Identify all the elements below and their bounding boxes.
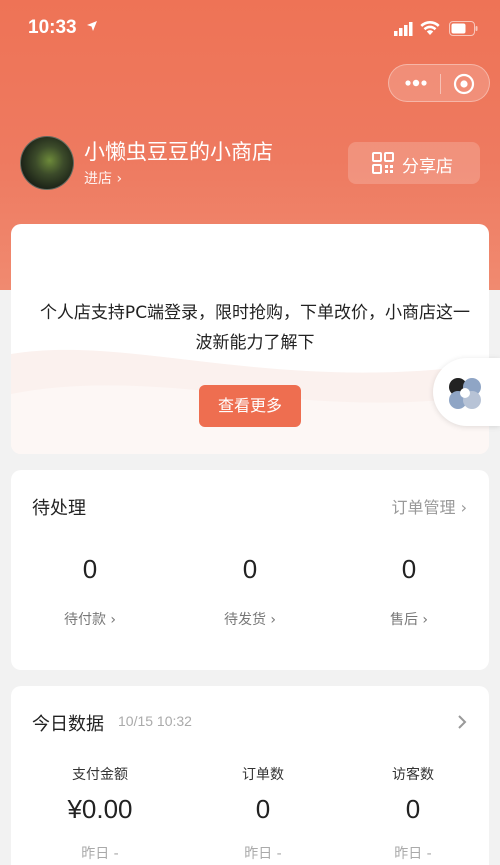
service-logo-icon bbox=[449, 378, 481, 409]
visitor-count-yesterday: 昨日 - bbox=[394, 846, 432, 862]
status-time: 10:33 bbox=[28, 17, 77, 38]
order-count-yesterday: 昨日 - bbox=[244, 846, 282, 862]
status-bar: 10:33 bbox=[0, 0, 500, 60]
shop-avatar[interactable] bbox=[20, 136, 74, 190]
promo-text: 个人店支持PC端登录，限时抢购，下单改价，小商店这一波新能力了解下 bbox=[39, 303, 471, 353]
see-more-button[interactable]: 查看更多 bbox=[199, 385, 301, 427]
pending-payment-stat[interactable]: 0 待付款 › bbox=[15, 554, 165, 629]
wifi-icon bbox=[420, 20, 440, 35]
qr-code-icon bbox=[372, 152, 394, 174]
today-data-title: 今日数据 bbox=[32, 714, 104, 735]
floating-service-widget[interactable] bbox=[433, 358, 500, 426]
pending-card: 待处理 订单管理 › 0 待付款 › 0 待发货 › 0 售后 › bbox=[11, 470, 489, 670]
visitor-count-label: 访客数 bbox=[392, 767, 434, 783]
payment-amount-value: ¥0.00 bbox=[67, 794, 133, 824]
pending-title: 待处理 bbox=[32, 498, 86, 519]
chevron-right-icon[interactable] bbox=[457, 714, 467, 730]
close-miniprogram-icon[interactable] bbox=[453, 73, 475, 95]
pending-shipment-count: 0 bbox=[242, 554, 258, 584]
after-sales-label: 售后 › bbox=[389, 612, 429, 628]
after-sales-count: 0 bbox=[401, 554, 417, 584]
payment-amount-label: 支付金额 bbox=[72, 767, 128, 783]
today-data-card: 今日数据 10/15 10:32 支付金额 ¥0.00 昨日 - 订单数 0 昨… bbox=[11, 686, 489, 865]
order-count-stat: 订单数 0 昨日 - bbox=[188, 764, 338, 863]
visitor-count-value: 0 bbox=[405, 794, 421, 824]
shop-name: 小懒虫豆豆的小商店 bbox=[84, 140, 273, 164]
visitor-count-stat: 访客数 0 昨日 - bbox=[338, 764, 488, 863]
pending-payment-count: 0 bbox=[82, 554, 98, 584]
pending-payment-label: 待付款 › bbox=[63, 612, 117, 628]
today-data-timestamp: 10/15 10:32 bbox=[118, 713, 192, 729]
promo-banner: 个人店支持PC端登录，限时抢购，下单改价，小商店这一波新能力了解下 查看更多 bbox=[11, 224, 489, 454]
miniprogram-capsule bbox=[388, 64, 490, 102]
share-shop-button[interactable]: 分享店 bbox=[348, 142, 480, 184]
payment-amount-stat: 支付金额 ¥0.00 昨日 - bbox=[25, 764, 175, 863]
cellular-signal-icon bbox=[394, 22, 413, 36]
more-options-icon[interactable] bbox=[404, 77, 428, 89]
order-count-label: 订单数 bbox=[242, 767, 284, 783]
enter-shop-link[interactable]: 进店 › bbox=[84, 168, 122, 188]
battery-icon bbox=[449, 21, 478, 36]
after-sales-stat[interactable]: 0 售后 › bbox=[334, 554, 484, 629]
payment-amount-yesterday: 昨日 - bbox=[81, 846, 119, 862]
pending-shipment-label: 待发货 › bbox=[223, 612, 277, 628]
location-arrow-icon bbox=[87, 21, 97, 31]
share-shop-label: 分享店 bbox=[402, 157, 453, 177]
capsule-divider bbox=[440, 74, 441, 94]
order-management-link[interactable]: 订单管理 › bbox=[392, 494, 468, 518]
order-count-value: 0 bbox=[255, 794, 271, 824]
pending-shipment-stat[interactable]: 0 待发货 › bbox=[175, 554, 325, 629]
